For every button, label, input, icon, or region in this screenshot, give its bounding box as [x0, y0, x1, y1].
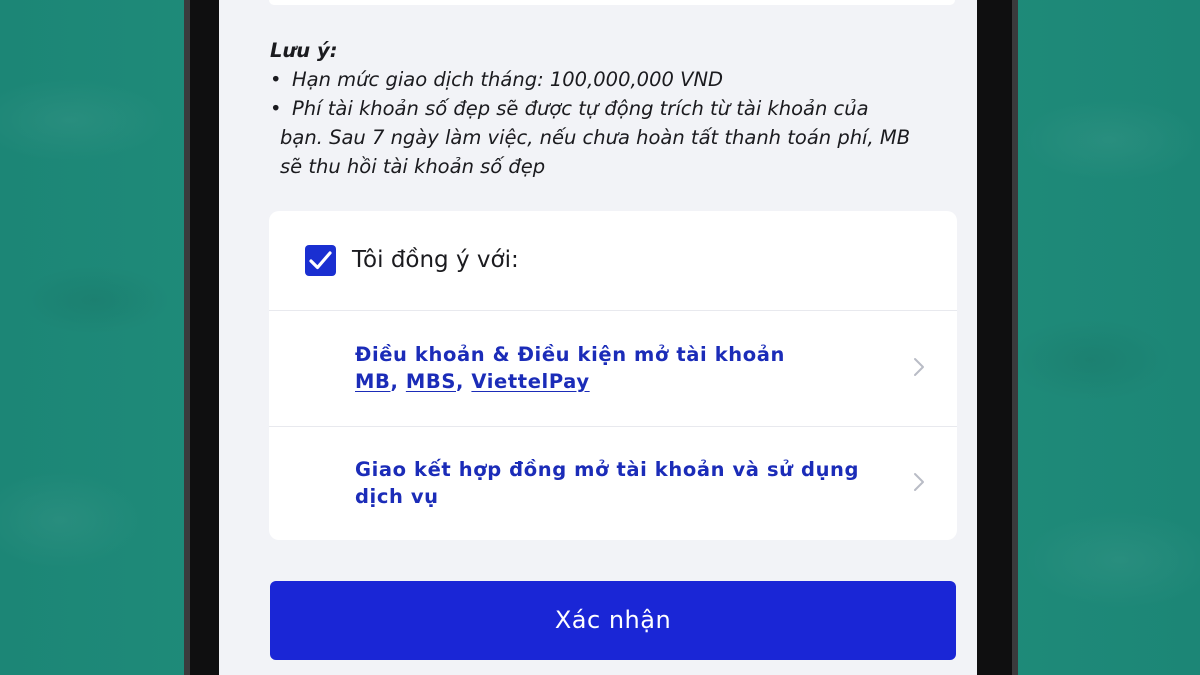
terms-link-row[interactable]: Điều khoản & Điều kiện mở tài khoản MB, … — [269, 311, 957, 427]
agree-label: Tôi đồng ý với: — [352, 247, 519, 273]
note-item-text: Hạn mức giao dịch tháng: 100,000,000 VND — [292, 68, 724, 91]
app-screen: Lưu ý: • Hạn mức giao dịch tháng: 100,00… — [219, 0, 977, 675]
agree-row[interactable]: Tôi đồng ý với: — [269, 211, 957, 311]
agree-checkbox[interactable] — [305, 245, 336, 276]
note-item-fee: • Phí tài khoản số đẹp sẽ được tự động t… — [270, 94, 970, 181]
contract-link-text[interactable]: Giao kết hợp đồng mở tài khoản và sử dụn… — [355, 456, 895, 510]
chevron-right-icon — [914, 358, 924, 376]
note-section: Lưu ý: • Hạn mức giao dịch tháng: 100,00… — [270, 36, 970, 181]
note-item-text: bạn. Sau 7 ngày làm việc, nếu chưa hoàn … — [280, 126, 911, 149]
link-viettelpay[interactable]: ViettelPay — [471, 370, 589, 393]
note-title: Lưu ý: — [270, 39, 338, 62]
contract-line1: Giao kết hợp đồng mở tài khoản và sử dụn… — [355, 458, 860, 481]
note-item-limit: • Hạn mức giao dịch tháng: 100,000,000 V… — [270, 65, 970, 94]
terms-line2: MB, MBS, ViettelPay — [355, 370, 590, 393]
contract-link-row[interactable]: Giao kết hợp đồng mở tài khoản và sử dụn… — [269, 426, 957, 541]
previous-card — [269, 0, 955, 5]
confirm-button[interactable]: Xác nhận — [270, 581, 956, 660]
note-item-text: Phí tài khoản số đẹp sẽ được tự động trí… — [292, 97, 869, 120]
link-mbs[interactable]: MBS — [406, 370, 456, 393]
note-item-text: sẽ thu hồi tài khoản số đẹp — [280, 155, 546, 178]
contract-line2: dịch vụ — [355, 485, 439, 508]
terms-link-text[interactable]: Điều khoản & Điều kiện mở tài khoản MB, … — [355, 341, 895, 395]
chevron-right-icon — [914, 473, 924, 491]
bullet: • — [270, 97, 282, 120]
bullet: • — [270, 68, 282, 91]
terms-line1: Điều khoản & Điều kiện mở tài khoản — [355, 343, 786, 366]
checkmark-icon — [309, 251, 332, 270]
link-mb[interactable]: MB — [355, 370, 390, 393]
agreement-card: Tôi đồng ý với: Điều khoản & Điều kiện m… — [269, 211, 957, 540]
